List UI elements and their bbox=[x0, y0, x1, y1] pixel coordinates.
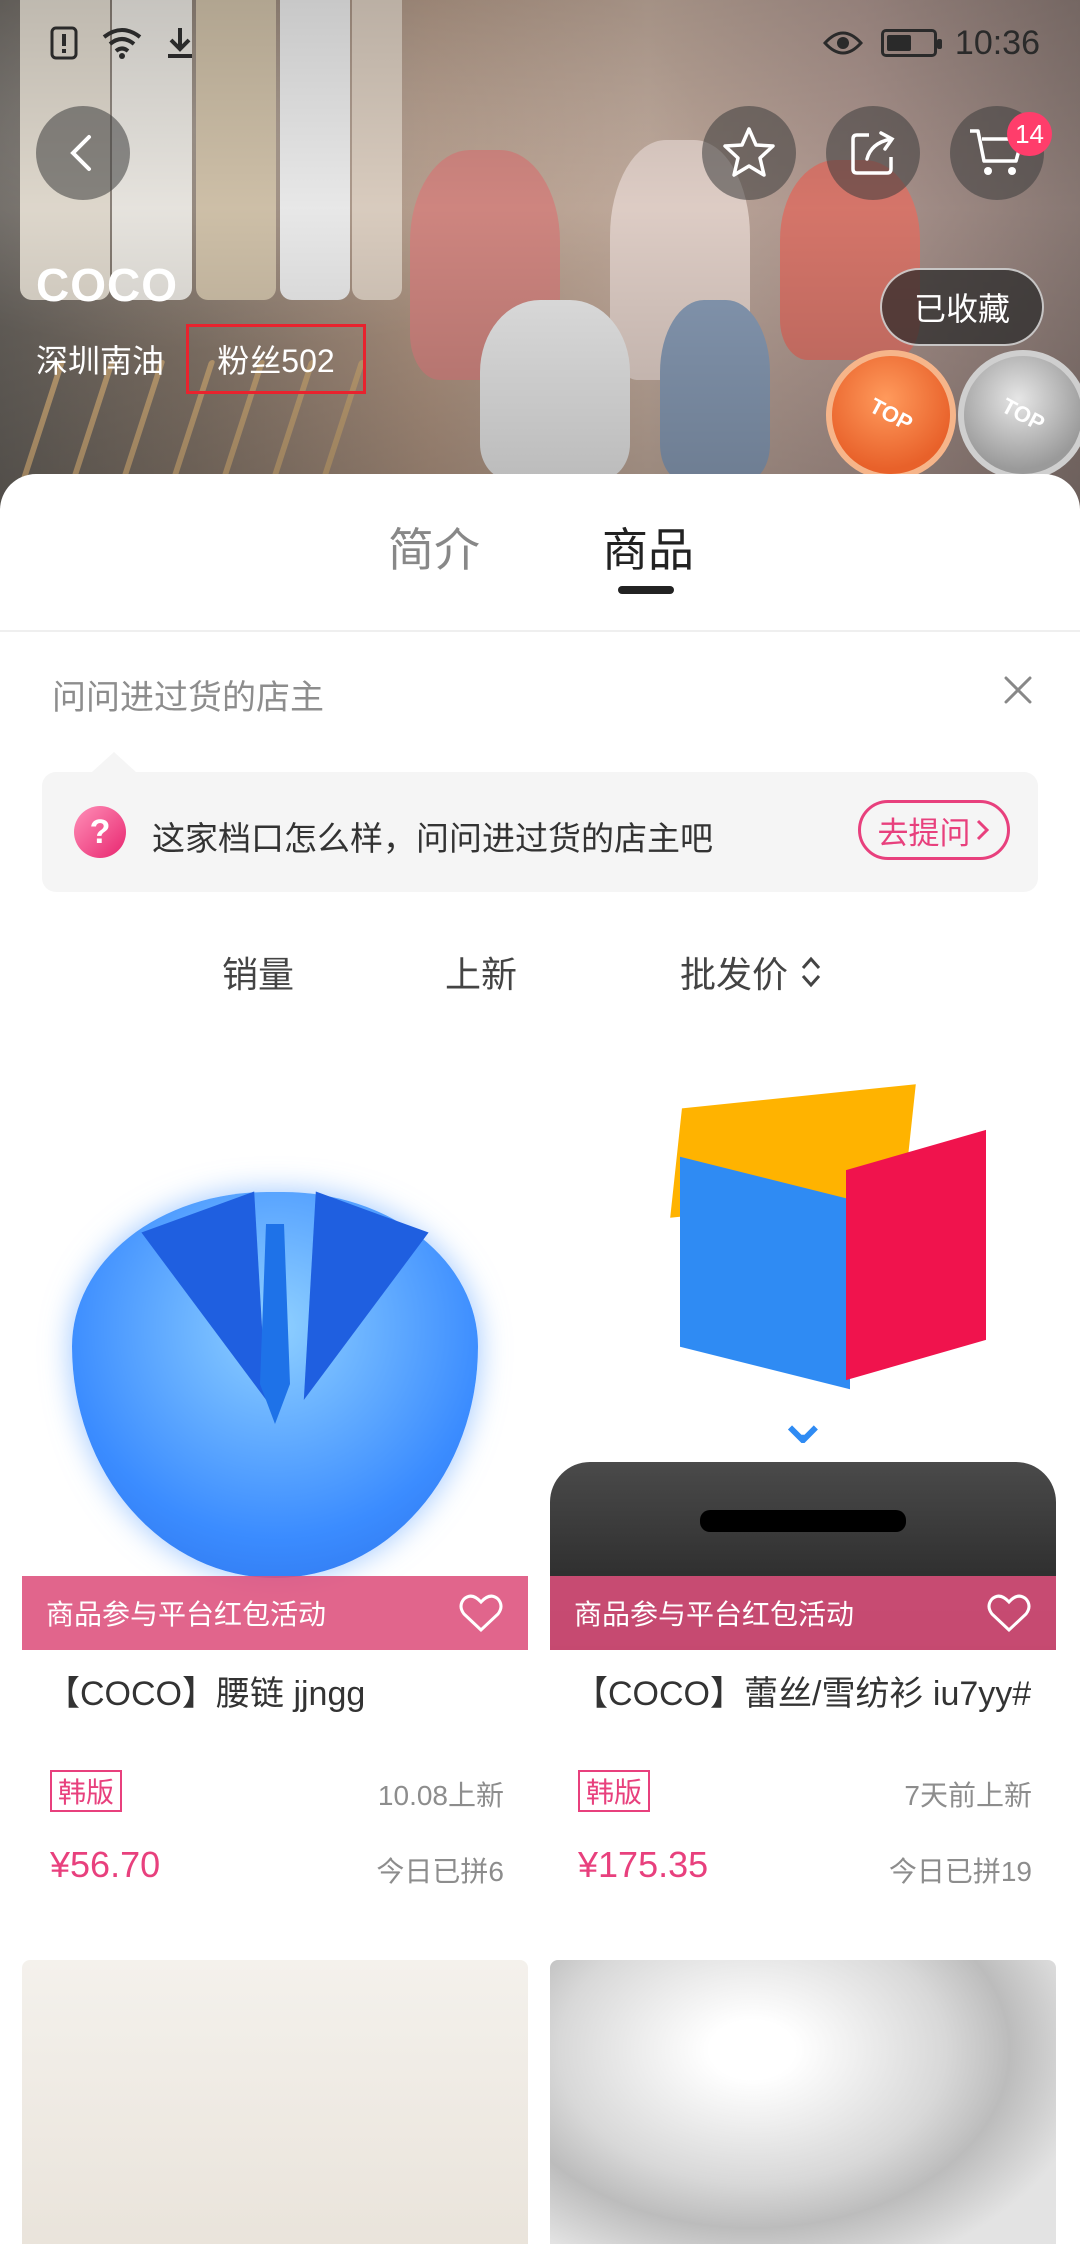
battery-level bbox=[886, 35, 912, 51]
product-price: ¥56.70 bbox=[50, 1844, 161, 1885]
close-icon bbox=[1004, 676, 1032, 704]
tab-bar: 简介 商品 bbox=[0, 474, 1080, 632]
style-tag: 韩版 bbox=[50, 1770, 123, 1812]
chevron-down-icon: ⌄ bbox=[773, 1380, 833, 1458]
promo-label: 商品参与平台红包活动 bbox=[46, 1599, 327, 1630]
download-icon bbox=[160, 25, 200, 61]
promo-strip: 商品参与平台红包活动 bbox=[550, 1576, 1056, 1650]
product-image[interactable]: ⌄ 商品参与平台红包活动 bbox=[550, 1054, 1056, 1650]
new-time: 10.08上新 bbox=[377, 1780, 504, 1811]
battery-icon bbox=[880, 29, 942, 57]
tab-goods[interactable]: 商品 bbox=[602, 514, 694, 580]
eye-comfort-icon bbox=[822, 25, 863, 61]
product-card[interactable] bbox=[550, 1960, 1056, 2244]
question-icon: ? bbox=[74, 806, 126, 858]
cart-badge: 14 bbox=[1007, 112, 1052, 156]
sort-sales[interactable]: 销量 bbox=[222, 946, 294, 998]
sort-bar: 销量 上新 批发价 bbox=[0, 934, 1080, 1014]
sold-today: 今日已拼19 bbox=[888, 1856, 1032, 1887]
shop-location: 深圳南油 bbox=[36, 343, 165, 379]
content-sheet: 简介 商品 问问进过货的店主 ? 这家档口怎么样，问问进过货的店主吧 去提问 销… bbox=[0, 474, 1080, 2244]
back-button[interactable] bbox=[36, 106, 130, 200]
heart-icon[interactable] bbox=[986, 1592, 1032, 1634]
new-time: 7天前上新 bbox=[904, 1780, 1032, 1811]
product-image[interactable] bbox=[22, 1960, 528, 2244]
status-bar: 10:36 bbox=[0, 0, 1080, 86]
product-price: ¥175.35 bbox=[578, 1844, 709, 1885]
status-time: 10:36 bbox=[954, 23, 1040, 62]
product-card[interactable] bbox=[22, 1960, 528, 2244]
star-icon bbox=[723, 127, 775, 177]
product-image[interactable]: 商品参与平台红包活动 bbox=[22, 1054, 528, 1650]
chevron-right-icon bbox=[976, 819, 989, 841]
sort-price-label: 批发价 bbox=[680, 954, 789, 995]
sort-sales-label: 销量 bbox=[222, 954, 295, 995]
collected-button[interactable]: 已收藏 bbox=[880, 268, 1044, 346]
sort-new-label: 上新 bbox=[445, 954, 518, 995]
app-root: 10:36 14 COCO 深圳南油 粉丝502 已收藏 TOP TOP 简介 … bbox=[0, 0, 1080, 2244]
ask-card: ? 这家档口怎么样，问问进过货的店主吧 去提问 bbox=[42, 752, 1038, 892]
share-icon bbox=[851, 131, 895, 175]
sort-price[interactable]: 批发价 bbox=[680, 946, 822, 998]
fans-label: 粉丝502 bbox=[217, 343, 335, 379]
tab-intro[interactable]: 简介 bbox=[388, 514, 480, 580]
share-button[interactable] bbox=[826, 106, 920, 200]
heart-icon[interactable] bbox=[458, 1592, 504, 1634]
shop-banner: 10:36 14 COCO 深圳南油 粉丝502 已收藏 TOP TOP bbox=[0, 0, 1080, 520]
style-tag: 韩版 bbox=[578, 1770, 651, 1812]
alert-icon bbox=[44, 25, 84, 61]
product-image[interactable] bbox=[550, 1960, 1056, 2244]
ask-button-label: 去提问 bbox=[877, 815, 971, 851]
tab-active-indicator bbox=[618, 586, 674, 594]
product-card[interactable]: 商品参与平台红包活动 【COCO】腰链 jjngg 韩版 10.08上新 ¥56… bbox=[22, 1054, 528, 1914]
sort-new[interactable]: 上新 bbox=[445, 946, 517, 998]
ask-title: 问问进过货的店主 bbox=[52, 679, 324, 717]
ask-question-button[interactable]: 去提问 bbox=[858, 800, 1010, 860]
wifi-icon bbox=[102, 25, 142, 61]
chevron-left-icon bbox=[70, 135, 91, 171]
promo-strip: 商品参与平台红包活动 bbox=[22, 1576, 528, 1650]
shop-name: COCO bbox=[36, 259, 178, 311]
product-card[interactable]: ⌄ 商品参与平台红包活动 【COCO】蕾丝/雪纺衫 iu7yy# 韩版 7天前上… bbox=[550, 1054, 1056, 1914]
fans-count: 粉丝502 bbox=[186, 324, 366, 394]
promo-label: 商品参与平台红包活动 bbox=[574, 1599, 855, 1630]
sold-today: 今日已拼6 bbox=[376, 1856, 504, 1887]
cart-button[interactable]: 14 bbox=[950, 106, 1052, 200]
ask-prompt: 这家档口怎么样，问问进过货的店主吧 bbox=[152, 820, 713, 857]
ask-section: 问问进过货的店主 ? 这家档口怎么样，问问进过货的店主吧 去提问 销量 上新 批… bbox=[0, 634, 1080, 2244]
sort-toggle-icon bbox=[801, 956, 821, 988]
close-button[interactable] bbox=[992, 664, 1044, 716]
product-title: 【COCO】蕾丝/雪纺衫 iu7yy# bbox=[574, 1675, 1032, 1713]
product-title: 【COCO】腰链 jjngg bbox=[46, 1675, 366, 1713]
favorite-button[interactable] bbox=[702, 106, 796, 200]
